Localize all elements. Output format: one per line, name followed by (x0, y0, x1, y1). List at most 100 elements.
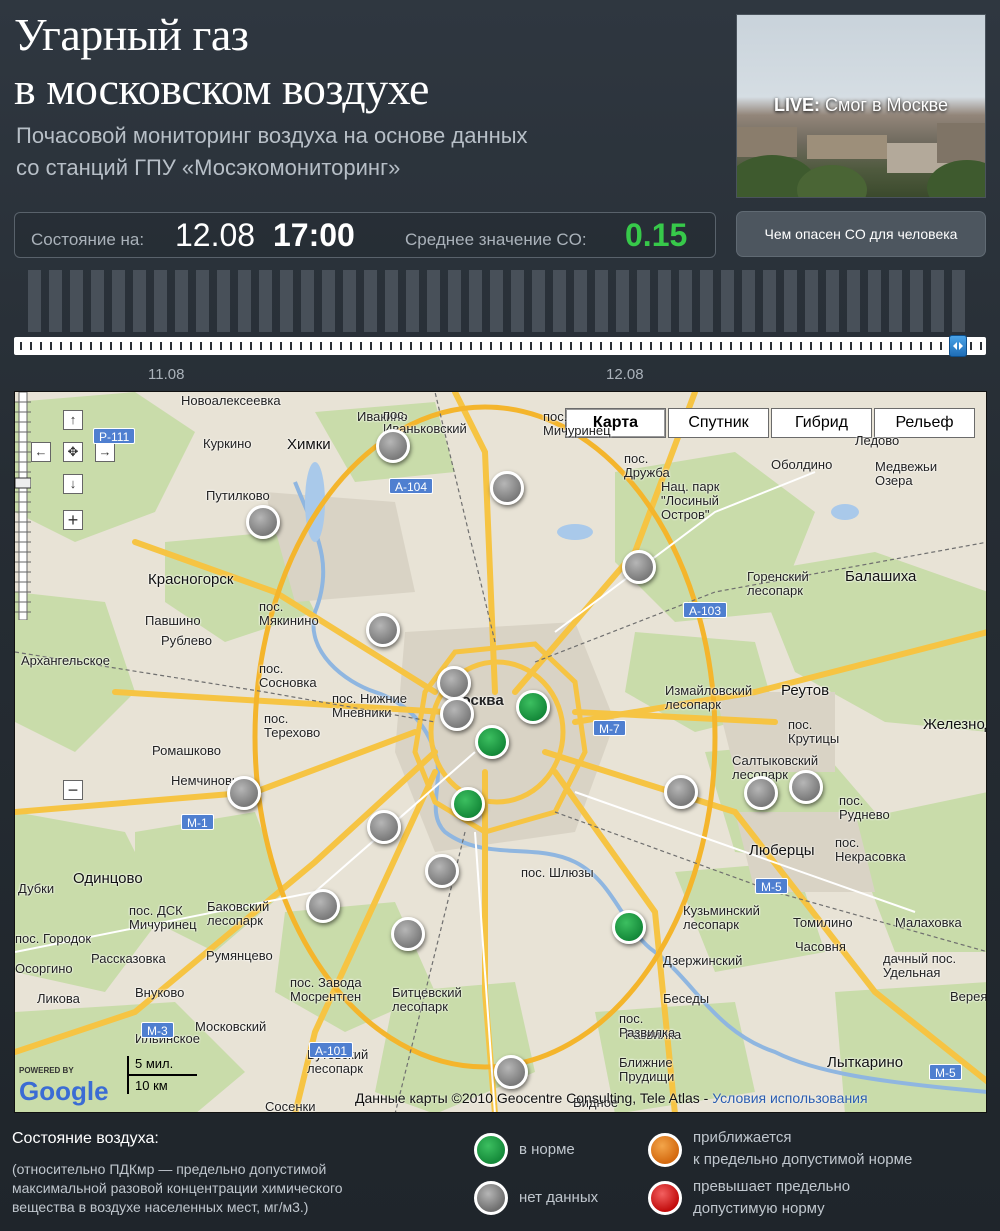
road-shield: М-3 (141, 1022, 174, 1038)
timeline-slider[interactable] (14, 335, 986, 357)
map-type-satellite[interactable]: Спутник (668, 408, 769, 438)
hour-bar[interactable] (427, 270, 440, 332)
hour-bar[interactable] (553, 270, 566, 332)
hour-bar[interactable] (784, 270, 797, 332)
station-no-data-marker[interactable] (367, 810, 401, 844)
hour-bar[interactable] (721, 270, 734, 332)
station-no-data-marker[interactable] (440, 697, 474, 731)
hour-bar[interactable] (259, 270, 272, 332)
station-no-data-marker[interactable] (622, 550, 656, 584)
timeline-tick (830, 342, 832, 350)
hour-bar[interactable] (616, 270, 629, 332)
hour-bar[interactable] (448, 270, 461, 332)
hour-bar[interactable] (280, 270, 293, 332)
hour-bar[interactable] (700, 270, 713, 332)
hour-bar[interactable] (238, 270, 251, 332)
hour-bar[interactable] (70, 270, 83, 332)
live-label[interactable]: LIVE: Смог в Москве (737, 95, 985, 116)
hour-bar[interactable] (532, 270, 545, 332)
timeline-tick (730, 342, 732, 350)
hour-bar[interactable] (574, 270, 587, 332)
hour-bar[interactable] (847, 270, 860, 332)
hour-bar[interactable] (91, 270, 104, 332)
map-place-label: Рассказовка (91, 951, 166, 966)
station-no-data-marker[interactable] (246, 505, 280, 539)
timeline-handle-icon[interactable] (949, 335, 967, 357)
hour-bar[interactable] (595, 270, 608, 332)
timeline-tick (580, 342, 582, 350)
station-no-data-marker[interactable] (494, 1055, 528, 1089)
hour-bar[interactable] (322, 270, 335, 332)
station-no-data-marker[interactable] (366, 613, 400, 647)
hour-bar[interactable] (364, 270, 377, 332)
hour-bar[interactable] (931, 270, 944, 332)
hour-bar[interactable] (154, 270, 167, 332)
station-normal-marker[interactable] (451, 787, 485, 821)
timeline-tick (900, 342, 902, 350)
hour-bar[interactable] (910, 270, 923, 332)
hour-bar[interactable] (490, 270, 503, 332)
hour-bar[interactable] (826, 270, 839, 332)
timeline-tick (590, 342, 592, 350)
station-no-data-marker[interactable] (744, 776, 778, 810)
hour-bar[interactable] (658, 270, 671, 332)
zoom-in-icon[interactable]: + (63, 510, 83, 530)
hour-bar[interactable] (889, 270, 902, 332)
hour-bar[interactable] (469, 270, 482, 332)
hour-bar[interactable] (49, 270, 62, 332)
station-no-data-marker[interactable] (391, 917, 425, 951)
timeline-tick (260, 342, 262, 350)
map-place-label: пос. Терехово (264, 711, 321, 740)
live-smog-video[interactable]: LIVE: Смог в Москве (736, 14, 986, 198)
station-no-data-marker[interactable] (227, 776, 261, 810)
hour-bar[interactable] (301, 270, 314, 332)
hour-bar[interactable] (742, 270, 755, 332)
hour-bar[interactable] (511, 270, 524, 332)
hour-bar[interactable] (406, 270, 419, 332)
hour-bar[interactable] (805, 270, 818, 332)
day-label-2: 12.08 (606, 366, 644, 383)
zoom-slider[interactable] (15, 392, 31, 620)
hour-bar[interactable] (679, 270, 692, 332)
co-danger-button[interactable]: Чем опасен CO для человека (736, 211, 986, 257)
hour-bar[interactable] (385, 270, 398, 332)
station-no-data-marker[interactable] (789, 770, 823, 804)
timeline-tick (810, 342, 812, 350)
timeline-tick (220, 342, 222, 350)
hour-bar[interactable] (217, 270, 230, 332)
station-normal-marker[interactable] (612, 910, 646, 944)
station-no-data-marker[interactable] (664, 775, 698, 809)
station-no-data-marker[interactable] (306, 889, 340, 923)
pan-down-icon[interactable]: ↓ (63, 474, 83, 494)
hour-bar[interactable] (196, 270, 209, 332)
hour-bar[interactable] (112, 270, 125, 332)
map-place-label: Балашиха (845, 568, 917, 585)
page-subtitle: Почасовой мониторинг воздуха на основе д… (16, 120, 528, 184)
hour-bar[interactable] (28, 270, 41, 332)
pan-right-icon[interactable]: → (95, 442, 115, 462)
hour-bar[interactable] (133, 270, 146, 332)
pan-left-icon[interactable]: ← (31, 442, 51, 462)
zoom-out-icon[interactable]: − (63, 780, 83, 800)
hourly-bars[interactable] (28, 270, 968, 332)
hour-bar[interactable] (868, 270, 881, 332)
station-no-data-marker[interactable] (437, 666, 471, 700)
map-place-label: пос. Завода Мосрентген (290, 975, 362, 1004)
hour-bar[interactable] (343, 270, 356, 332)
hour-bar[interactable] (952, 270, 965, 332)
map-place-label: Осоргино (15, 961, 73, 976)
pan-center-icon[interactable]: ✥ (63, 442, 83, 462)
station-no-data-marker[interactable] (490, 471, 524, 505)
hour-bar[interactable] (175, 270, 188, 332)
terms-link[interactable]: Условия использования (712, 1090, 867, 1106)
hour-bar[interactable] (637, 270, 650, 332)
pan-up-icon[interactable]: ↑ (63, 410, 83, 430)
timeline-tick (280, 342, 282, 350)
map-canvas[interactable]: Карта Спутник Гибрид Рельеф ↑ ← ✥ → ↓ + … (14, 391, 987, 1113)
station-normal-marker[interactable] (475, 725, 509, 759)
timeline-tick (290, 342, 292, 350)
station-no-data-marker[interactable] (425, 854, 459, 888)
hour-bar[interactable] (763, 270, 776, 332)
station-no-data-marker[interactable] (376, 429, 410, 463)
station-normal-marker[interactable] (516, 690, 550, 724)
